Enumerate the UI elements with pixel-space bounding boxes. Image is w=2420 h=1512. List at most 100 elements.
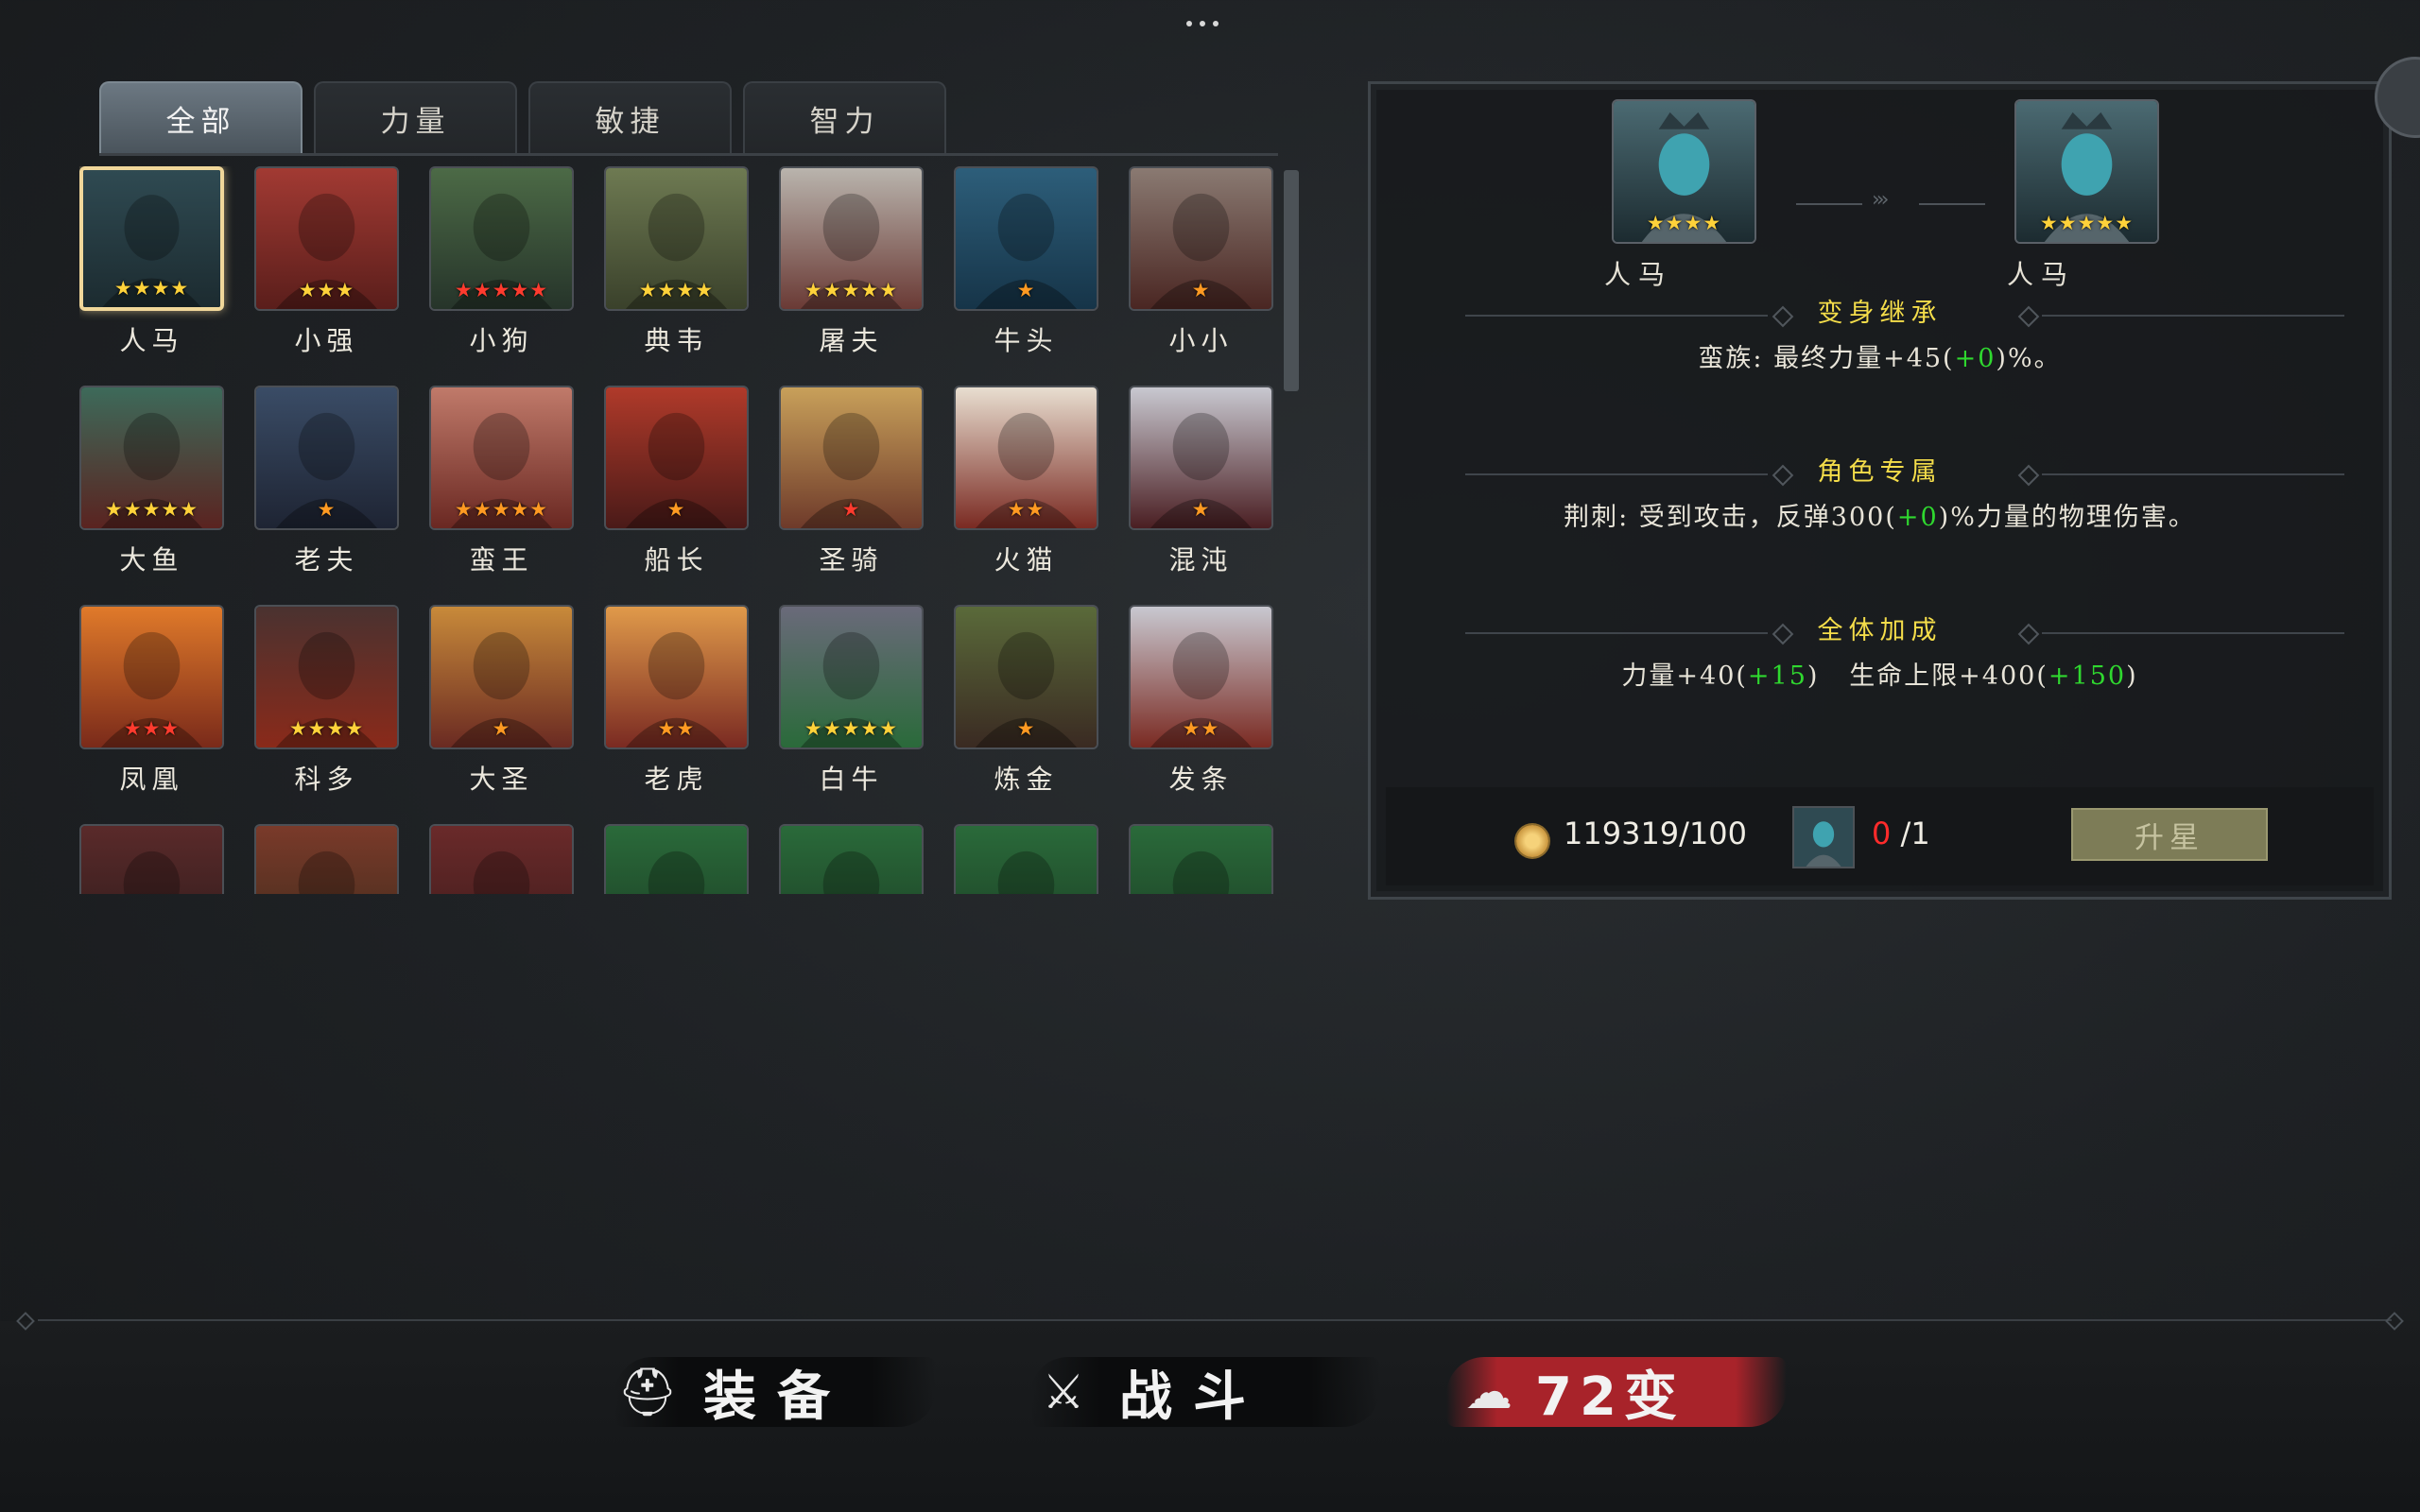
- nav-battle[interactable]: ⚔ 战斗: [1030, 1340, 1380, 1444]
- hero-card[interactable]: ★ 炼金: [954, 605, 1098, 805]
- exclusive-text: 荆刺: 受到攻击，反弹300(+0)%力量的物理伤害。: [1564, 503, 2196, 532]
- hero-card[interactable]: ★ 大圣: [429, 605, 574, 805]
- hero-portrait[interactable]: ★: [1129, 386, 1273, 530]
- hero-name: 大圣: [469, 764, 534, 795]
- hero-card[interactable]: ★★★★★ 屠夫: [779, 166, 924, 367]
- hero-stars: ★★★★: [113, 277, 190, 300]
- hero-card[interactable]: ★★ 发条: [1129, 605, 1273, 805]
- hero-card[interactable]: ★★★★★ 白牛: [779, 605, 924, 805]
- hero-name: 牛头: [994, 325, 1059, 356]
- nav-battle-label: 战斗: [1119, 1366, 1267, 1428]
- hero-portrait[interactable]: ★★★★★: [429, 386, 574, 530]
- hero-card[interactable]: [954, 824, 1098, 894]
- hero-card[interactable]: [254, 824, 399, 894]
- hero-portrait[interactable]: [254, 824, 399, 894]
- hero-card[interactable]: ★★★★ 人马: [79, 166, 224, 367]
- hero-stars: ★: [1191, 279, 1211, 301]
- hero-portrait[interactable]: ★★★★★: [779, 605, 924, 749]
- hero-card[interactable]: ★ 船长: [604, 386, 749, 586]
- hero-portrait[interactable]: [954, 824, 1098, 894]
- hero-portrait[interactable]: ★★★★: [604, 166, 749, 311]
- hero-card[interactable]: [1129, 824, 1273, 894]
- hero-stars: ★★★★★: [104, 498, 199, 521]
- nav-equipment-label: 装备: [703, 1366, 851, 1428]
- hero-name: 小小: [1168, 325, 1234, 356]
- hero-portrait[interactable]: [79, 824, 224, 894]
- hero-card[interactable]: ★ 牛头: [954, 166, 1098, 367]
- grid-scrollbar[interactable]: [1284, 170, 1299, 391]
- tab-all[interactable]: 全部: [99, 81, 302, 153]
- tab-intelligence[interactable]: 智力: [743, 81, 946, 153]
- hero-stars: ★: [1016, 279, 1036, 301]
- hero-portrait[interactable]: ★: [1129, 166, 1273, 311]
- hero-name: 人马: [119, 325, 184, 356]
- hero-portrait[interactable]: ★★★★: [254, 605, 399, 749]
- hero-card[interactable]: ★★★★ 科多: [254, 605, 399, 805]
- more-menu-icon[interactable]: [1186, 21, 1234, 32]
- hero-portrait[interactable]: ★★★★★: [779, 166, 924, 311]
- hero-card[interactable]: [779, 824, 924, 894]
- hero-portrait[interactable]: ★★★★★: [429, 166, 574, 311]
- hero-name: 船长: [644, 544, 709, 576]
- hero-stars: ★★: [1182, 717, 1220, 740]
- upgrade-panel: ★★★★ 人马 ››› ★★★★★ 人马 变身继承 蛮族: 最终力量+45(+0…: [1368, 81, 2392, 900]
- hero-portrait[interactable]: ★: [604, 386, 749, 530]
- tab-agility[interactable]: 敏捷: [528, 81, 732, 153]
- hero-card[interactable]: [604, 824, 749, 894]
- team-bonus-text: 力量+40(+15) 生命上限+400(+150): [1621, 662, 2138, 691]
- hero-stars: ★★★★: [638, 279, 715, 301]
- hero-portrait[interactable]: ★★★: [79, 605, 224, 749]
- hero-name: 老虎: [644, 764, 709, 795]
- coin-icon: [1516, 825, 1548, 857]
- hero-card[interactable]: ★ 小小: [1129, 166, 1273, 367]
- hero-name: 科多: [294, 764, 359, 795]
- hero-name: 凤凰: [119, 764, 184, 795]
- hero-card[interactable]: ★★★★★ 蛮王: [429, 386, 574, 586]
- hero-portrait[interactable]: ★: [254, 386, 399, 530]
- hero-grid: ★★★★ 人马 ★★★ 小强 ★★★★★ 小狗 ★★★★ 典韦 ★★★★★ 屠夫 ★ 牛头 ★ 小小 ★★★…: [79, 166, 1289, 894]
- hero-portrait[interactable]: ★: [954, 166, 1098, 311]
- hero-card[interactable]: ★★ 火猫: [954, 386, 1098, 586]
- tab-strength[interactable]: 力量: [314, 81, 517, 153]
- current-hero-name: 人马: [1603, 259, 1672, 290]
- fragment-icon: [1792, 806, 1855, 868]
- exclusive-title: 角色专属: [1817, 457, 1943, 487]
- hero-card[interactable]: ★★★★★ 大鱼: [79, 386, 224, 586]
- hero-portrait[interactable]: [1129, 824, 1273, 894]
- hero-portrait[interactable]: [779, 824, 924, 894]
- hero-portrait[interactable]: ★★: [954, 386, 1098, 530]
- hero-card[interactable]: ★★★★★ 小狗: [429, 166, 574, 367]
- upgrade-star-button[interactable]: 升星: [2071, 808, 2268, 861]
- hero-portrait[interactable]: ★★: [604, 605, 749, 749]
- hero-stars: ★★★★★: [454, 279, 549, 301]
- hero-stars: ★: [1016, 717, 1036, 740]
- monkey-king-icon: ☁: [1465, 1365, 1512, 1419]
- nav-transform-label: 72变: [1535, 1366, 1685, 1428]
- hero-portrait[interactable]: ★★★: [254, 166, 399, 311]
- hero-card[interactable]: ★ 圣骑: [779, 386, 924, 586]
- hero-portrait[interactable]: [429, 824, 574, 894]
- hero-portrait[interactable]: ★: [779, 386, 924, 530]
- hero-stars: ★★★★★: [454, 498, 549, 521]
- next-hero-name: 人马: [2006, 259, 2075, 290]
- hero-portrait[interactable]: ★★★★: [79, 166, 224, 311]
- nav-equipment[interactable]: ⛑ 装备: [614, 1340, 936, 1444]
- hero-card[interactable]: ★ 老夫: [254, 386, 399, 586]
- hero-card[interactable]: ★★★ 小强: [254, 166, 399, 367]
- cost-bar: 119319/100 0 /1 升星: [1386, 787, 2374, 885]
- inherit-title: 变身继承: [1817, 299, 1943, 328]
- hero-card[interactable]: [429, 824, 574, 894]
- hero-card[interactable]: ★★★ 凤凰: [79, 605, 224, 805]
- hero-portrait[interactable]: ★: [954, 605, 1098, 749]
- hero-stars: ★★★: [298, 279, 355, 301]
- hero-portrait[interactable]: ★★: [1129, 605, 1273, 749]
- hero-card[interactable]: ★★★★ 典韦: [604, 166, 749, 367]
- hero-card[interactable]: ★★ 老虎: [604, 605, 749, 805]
- hero-portrait[interactable]: ★: [429, 605, 574, 749]
- hero-portrait[interactable]: [604, 824, 749, 894]
- hero-portrait[interactable]: ★★★★★: [79, 386, 224, 530]
- hero-card[interactable]: ★ 混沌: [1129, 386, 1273, 586]
- hero-card[interactable]: [79, 824, 224, 894]
- hero-stars: ★★: [657, 717, 696, 740]
- nav-transform[interactable]: ☁ 72变: [1446, 1340, 1787, 1444]
